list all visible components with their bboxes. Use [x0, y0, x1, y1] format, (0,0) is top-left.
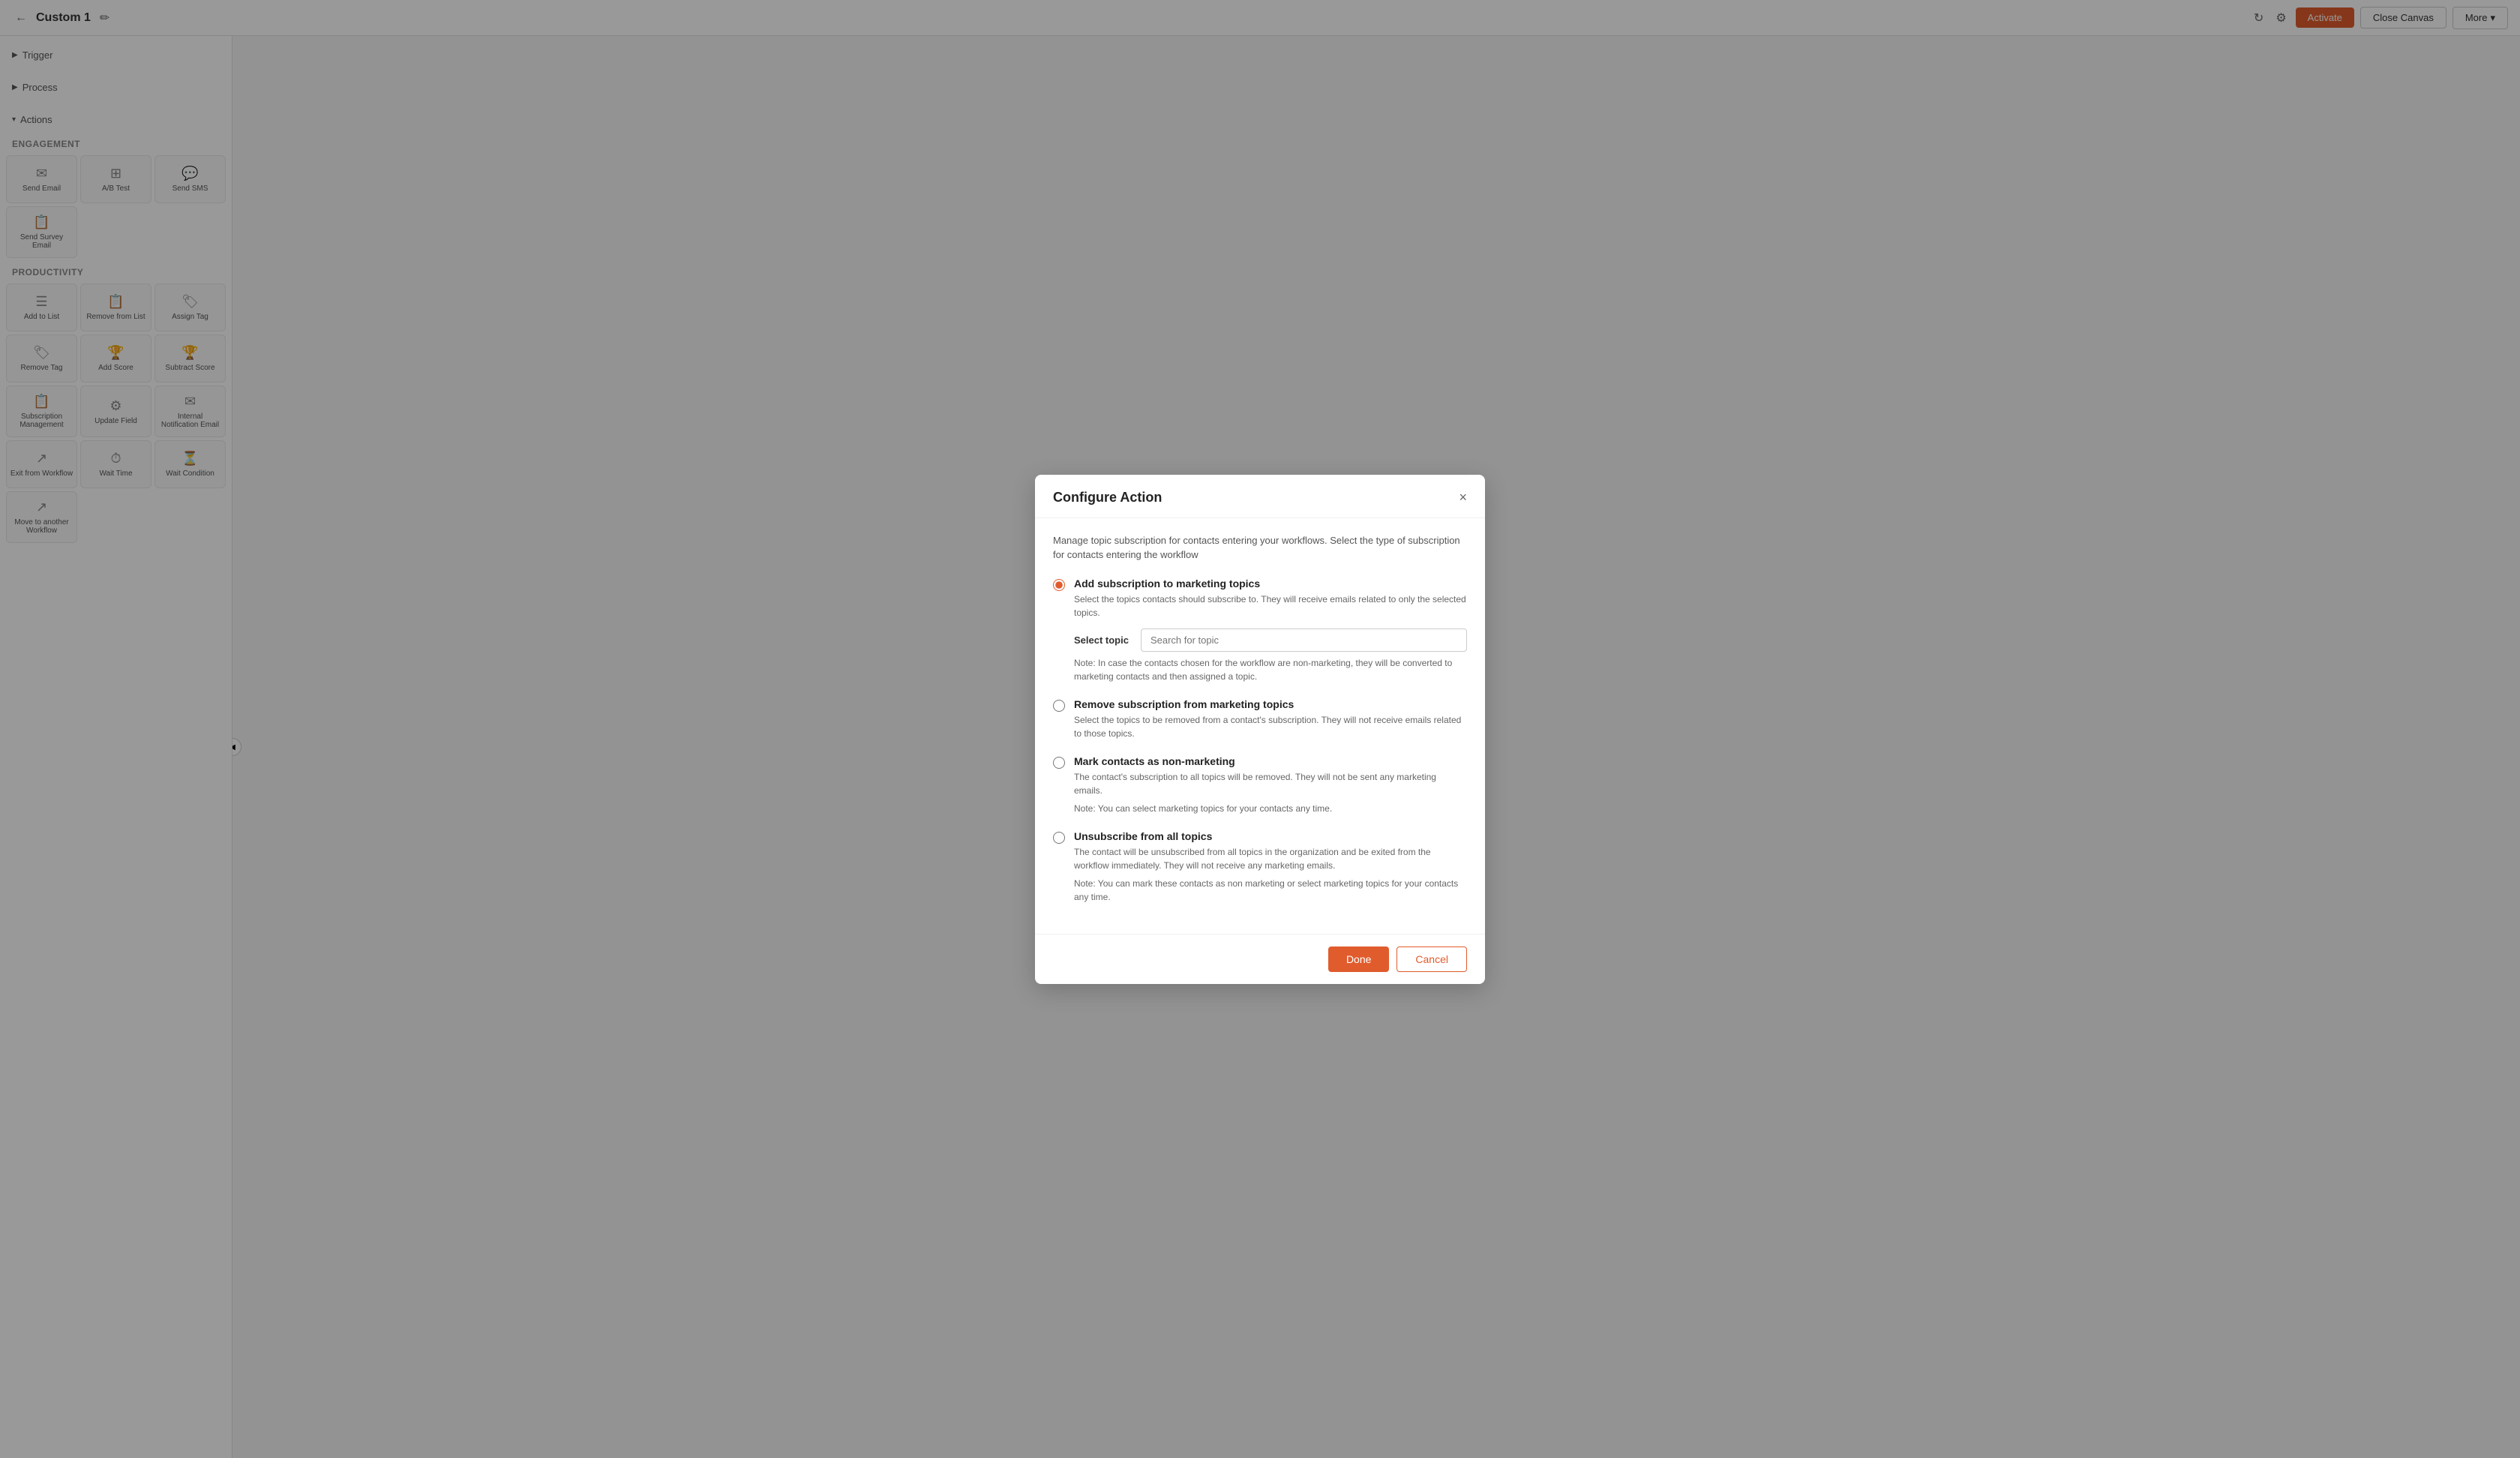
select-topic-label: Select topic [1074, 634, 1129, 646]
radio-label-4: Unsubscribe from all topics [1074, 830, 1467, 842]
radio-input-3[interactable] [1053, 757, 1065, 769]
radio-note-1: Note: In case the contacts chosen for th… [1074, 656, 1467, 683]
radio-input-1[interactable] [1053, 579, 1065, 591]
cancel-button[interactable]: Cancel [1396, 946, 1467, 972]
modal-footer: Done Cancel [1035, 934, 1485, 984]
select-topic-row: Select topic [1074, 628, 1467, 652]
radio-content-4: Unsubscribe from all topics The contact … [1074, 830, 1467, 904]
modal-overlay: Configure Action × Manage topic subscrip… [0, 0, 2520, 1458]
radio-input-2[interactable] [1053, 700, 1065, 712]
modal-title: Configure Action [1053, 490, 1162, 506]
configure-action-modal: Configure Action × Manage topic subscrip… [1035, 475, 1485, 984]
radio-label-1: Add subscription to marketing topics [1074, 578, 1467, 590]
done-button[interactable]: Done [1328, 946, 1389, 972]
topic-search-input[interactable] [1141, 628, 1467, 652]
radio-option-2: Remove subscription from marketing topic… [1053, 698, 1467, 740]
radio-option-4: Unsubscribe from all topics The contact … [1053, 830, 1467, 904]
radio-desc-1: Select the topics contacts should subscr… [1074, 592, 1467, 620]
radio-option-3: Mark contacts as non-marketing The conta… [1053, 755, 1467, 815]
radio-note-4: Note: You can mark these contacts as non… [1074, 877, 1467, 904]
radio-content-2: Remove subscription from marketing topic… [1074, 698, 1467, 740]
modal-header: Configure Action × [1035, 475, 1485, 518]
modal-close-button[interactable]: × [1459, 490, 1467, 506]
radio-label-2: Remove subscription from marketing topic… [1074, 698, 1467, 710]
modal-options: Add subscription to marketing topics Sel… [1053, 578, 1467, 904]
radio-input-4[interactable] [1053, 832, 1065, 844]
modal-body: Manage topic subscription for contacts e… [1035, 518, 1485, 934]
radio-desc-2: Select the topics to be removed from a c… [1074, 713, 1467, 740]
radio-desc-4: The contact will be unsubscribed from al… [1074, 845, 1467, 872]
radio-content-1: Add subscription to marketing topics Sel… [1074, 578, 1467, 683]
radio-desc-3: The contact's subscription to all topics… [1074, 770, 1467, 797]
radio-option-1: Add subscription to marketing topics Sel… [1053, 578, 1467, 683]
radio-content-3: Mark contacts as non-marketing The conta… [1074, 755, 1467, 815]
modal-description: Manage topic subscription for contacts e… [1053, 533, 1467, 562]
radio-note-3: Note: You can select marketing topics fo… [1074, 802, 1467, 815]
radio-label-3: Mark contacts as non-marketing [1074, 755, 1467, 767]
